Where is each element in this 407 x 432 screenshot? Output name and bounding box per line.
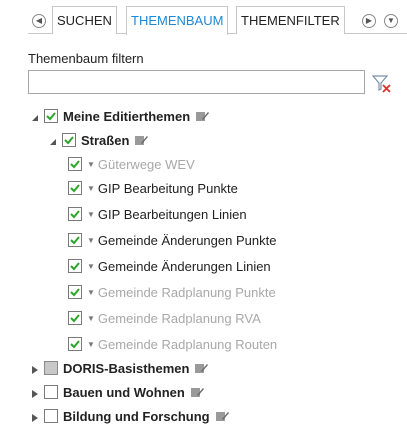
layer-gemeinde-radplanung-rva[interactable]: ▼ Gemeinde Radplanung RVA — [68, 308, 261, 328]
checkbox[interactable] — [68, 259, 82, 273]
checkbox[interactable] — [62, 133, 76, 147]
checkbox[interactable] — [44, 409, 58, 423]
checkbox[interactable] — [68, 285, 82, 299]
layer-label: Gemeinde Änderungen Punkte — [97, 232, 277, 248]
edit-layer-icon — [215, 409, 229, 423]
checkbox[interactable] — [68, 157, 82, 171]
edit-layer-icon — [190, 385, 204, 399]
checkbox[interactable] — [68, 337, 82, 351]
tree-node-doris-basisthemen[interactable]: DORIS-Basisthemen — [30, 358, 209, 378]
layer-gemeinde-aenderungen-linien[interactable]: ▼ Gemeinde Änderungen Linien — [68, 256, 271, 276]
collapsed-triangle-icon[interactable] — [30, 387, 40, 398]
layer-label: GIP Bearbeitung Punkte — [97, 180, 238, 196]
tab-themenfilter[interactable]: THEMENFILTER — [236, 6, 345, 34]
checkbox[interactable] — [44, 109, 58, 123]
tree-node-label: Bauen und Wohnen — [63, 384, 185, 400]
layer-label: Güterwege WEV — [97, 156, 195, 172]
checkbox[interactable] — [68, 207, 82, 221]
tree-node-label: Straßen — [81, 132, 130, 148]
layer-gip-bearbeitung-punkte[interactable]: ▼ GIP Bearbeitung Punkte — [68, 178, 238, 198]
chevron-down-icon[interactable]: ▼ — [87, 236, 95, 245]
chevron-down-icon[interactable]: ▼ — [87, 160, 95, 169]
tree-node-strassen[interactable]: Straßen — [48, 130, 149, 150]
tree-node-label: Bildung und Forschung — [63, 408, 210, 424]
layer-label: Gemeinde Radplanung RVA — [97, 310, 261, 326]
layer-gueterwege-wev[interactable]: ▼ Güterwege WEV — [68, 154, 195, 174]
chevron-down-icon[interactable]: ▼ — [87, 184, 95, 193]
expanded-triangle-icon[interactable] — [48, 135, 58, 145]
themenbaum-filter-input[interactable] — [28, 70, 365, 94]
tree-node-label: Meine Editierthemen — [63, 108, 191, 124]
tree-node-label: DORIS-Basisthemen — [63, 360, 190, 376]
edit-layer-icon — [195, 109, 210, 123]
tab-suchen[interactable]: SUCHEN — [52, 6, 117, 34]
expanded-triangle-icon[interactable] — [30, 111, 40, 121]
chevron-down-icon[interactable]: ▼ — [87, 340, 95, 349]
checkbox[interactable] — [68, 233, 82, 247]
edit-layer-icon — [194, 361, 209, 375]
layer-label: Gemeinde Änderungen Linien — [97, 258, 271, 274]
clear-filter-icon[interactable] — [371, 74, 392, 94]
checkbox[interactable] — [68, 181, 82, 195]
collapsed-triangle-icon[interactable] — [30, 363, 40, 374]
layer-gip-bearbeitungen-linien[interactable]: ▼ GIP Bearbeitungen Linien — [68, 204, 247, 224]
chevron-down-icon[interactable]: ▼ — [87, 262, 95, 271]
checkbox[interactable] — [68, 311, 82, 325]
layer-label: Gemeinde Radplanung Punkte — [97, 284, 276, 300]
chevron-down-icon[interactable]: ▼ — [87, 210, 95, 219]
chevron-down-icon[interactable]: ▼ — [87, 314, 95, 323]
tab-dropdown-button[interactable]: ▼ — [384, 14, 398, 28]
tab-prev-button[interactable]: ◀ — [32, 14, 46, 28]
tree-node-meine-editierthemen[interactable]: Meine Editierthemen — [30, 106, 210, 126]
layer-gemeinde-aenderungen-punkte[interactable]: ▼ Gemeinde Änderungen Punkte — [68, 230, 276, 250]
layer-gemeinde-radplanung-routen[interactable]: ▼ Gemeinde Radplanung Routen — [68, 334, 277, 354]
checkbox[interactable] — [44, 361, 58, 375]
collapsed-triangle-icon[interactable] — [30, 411, 40, 422]
layer-gemeinde-radplanung-punkte[interactable]: ▼ Gemeinde Radplanung Punkte — [68, 282, 276, 302]
edit-layer-icon — [134, 133, 149, 147]
tree-node-bildung-und-forschung[interactable]: Bildung und Forschung — [30, 406, 229, 426]
layer-label: GIP Bearbeitungen Linien — [97, 206, 247, 222]
chevron-down-icon[interactable]: ▼ — [87, 288, 95, 297]
tab-next-button[interactable]: ▶ — [362, 14, 376, 28]
filter-label: Themenbaum filtern — [28, 51, 144, 66]
layer-label: Gemeinde Radplanung Routen — [97, 336, 278, 352]
tab-bar: ◀ SUCHEN THEMENBAUM THEMENFILTER ▶ ▼ — [28, 6, 407, 35]
tree-node-bauen-und-wohnen[interactable]: Bauen und Wohnen — [30, 382, 204, 402]
tab-themenbaum[interactable]: THEMENBAUM — [126, 6, 229, 35]
checkbox[interactable] — [44, 385, 58, 399]
